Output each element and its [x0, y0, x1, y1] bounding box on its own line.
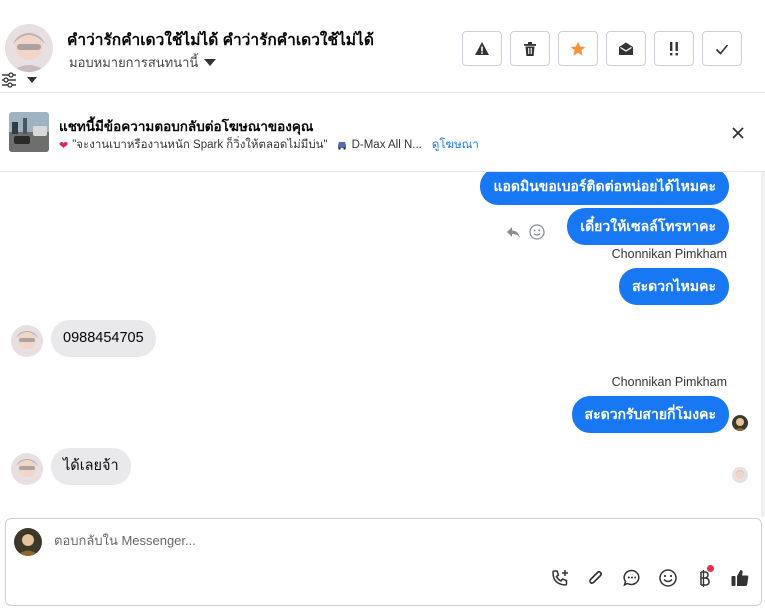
- react-emoji-icon[interactable]: [529, 224, 545, 240]
- open-envelope-icon: [619, 42, 633, 55]
- follow-up-button[interactable]: [654, 31, 694, 66]
- add-call-icon: [552, 570, 568, 586]
- reply-composer: [5, 518, 762, 606]
- filter-sliders-icon[interactable]: [1, 72, 17, 88]
- incoming-message[interactable]: 0988454705: [51, 320, 156, 357]
- thumbs-up-icon: [731, 570, 749, 586]
- follow-up-icon: [670, 41, 678, 55]
- ad-product: D-Max All N...: [351, 139, 422, 151]
- page-avatar: [14, 528, 42, 556]
- ad-quote: "จะงานเบาหรืองานหนัก Spark ก็วิ่งให้ตลอด…: [72, 139, 328, 151]
- reply-icon[interactable]: [506, 226, 521, 239]
- paperclip-icon: [589, 570, 603, 584]
- outgoing-message[interactable]: สะดวกรับสายกี่โมงคะ: [571, 396, 729, 433]
- speech-bubble-icon: [623, 569, 640, 587]
- ad-banner-details: ❤ "จะงานเบาหรืองานหนัก Spark ก็วิ่งให้ตล…: [59, 136, 479, 154]
- outgoing-message[interactable]: สะดวกไหมคะ: [619, 268, 729, 305]
- ad-reply-banner: แชทนี้มีข้อความตอบกลับต่อโฆษณาของคุณ ❤ "…: [0, 94, 765, 172]
- close-icon[interactable]: [729, 124, 747, 142]
- thread-scrollbar[interactable]: [761, 172, 765, 517]
- chevron-down-icon: [204, 59, 217, 66]
- outgoing-message[interactable]: เดี๋ยวให้เซลล์โทรหาคะ: [567, 208, 729, 245]
- emoji-button[interactable]: [657, 567, 679, 589]
- saved-replies-button[interactable]: [621, 567, 643, 589]
- assign-label: มอบหมายการสนทนานี้: [69, 55, 199, 70]
- warning-icon: [475, 41, 489, 55]
- ad-banner-title: แชทนี้มีข้อความตอบกลับต่อโฆษณาของคุณ: [59, 119, 314, 134]
- filter-chevron-down-icon[interactable]: [26, 76, 38, 84]
- mark-unread-button[interactable]: [606, 31, 646, 66]
- smiley-icon: [659, 569, 677, 587]
- contact-avatar-small[interactable]: [11, 453, 43, 485]
- view-ad-link[interactable]: ดูโฆษณา: [432, 136, 479, 154]
- incoming-message[interactable]: ได้เลยจ้า: [51, 448, 131, 485]
- mark-done-button[interactable]: [702, 31, 742, 66]
- contact-avatar-small[interactable]: [11, 325, 43, 357]
- assign-conversation-dropdown[interactable]: มอบหมายการสนทนานี้: [69, 52, 217, 73]
- contact-avatar[interactable]: [5, 24, 53, 72]
- ad-thumbnail[interactable]: [9, 112, 49, 152]
- outgoing-message[interactable]: แอดมินขอเบอร์ติดต่อหน่อยได้ไหมคะ: [480, 172, 729, 205]
- trash-icon: [524, 41, 536, 56]
- like-button[interactable]: [729, 567, 751, 589]
- message-thread[interactable]: แอดมินขอเบอร์ติดต่อหน่อยได้ไหมคะ เดี๋ยวใ…: [0, 172, 765, 517]
- read-receipt-avatar: [732, 415, 748, 431]
- sender-name: Chonnikan Pimkham: [611, 247, 727, 261]
- car-icon: [337, 142, 346, 150]
- checkmark-icon: [715, 43, 729, 55]
- heart-icon: ❤: [59, 139, 69, 152]
- reply-input[interactable]: [54, 533, 734, 548]
- sender-name: Chonnikan Pimkham: [611, 375, 727, 389]
- payment-button[interactable]: [693, 565, 715, 589]
- conversation-title: คำว่ารักคำเดวใช้ไม่ได้ คำว่ารักคำเดวใช้ไ…: [67, 32, 374, 49]
- conversation-header: คำว่ารักคำเดวใช้ไม่ได้ คำว่ารักคำเดวใช้ไ…: [0, 0, 765, 93]
- attach-button[interactable]: [585, 567, 607, 589]
- star-button[interactable]: [558, 31, 598, 66]
- mark-spam-button[interactable]: [462, 31, 502, 66]
- star-icon: [570, 41, 586, 56]
- call-button[interactable]: [549, 567, 571, 589]
- seen-by-avatar: [732, 467, 748, 483]
- notification-dot: [707, 565, 714, 572]
- delete-button[interactable]: [510, 31, 550, 66]
